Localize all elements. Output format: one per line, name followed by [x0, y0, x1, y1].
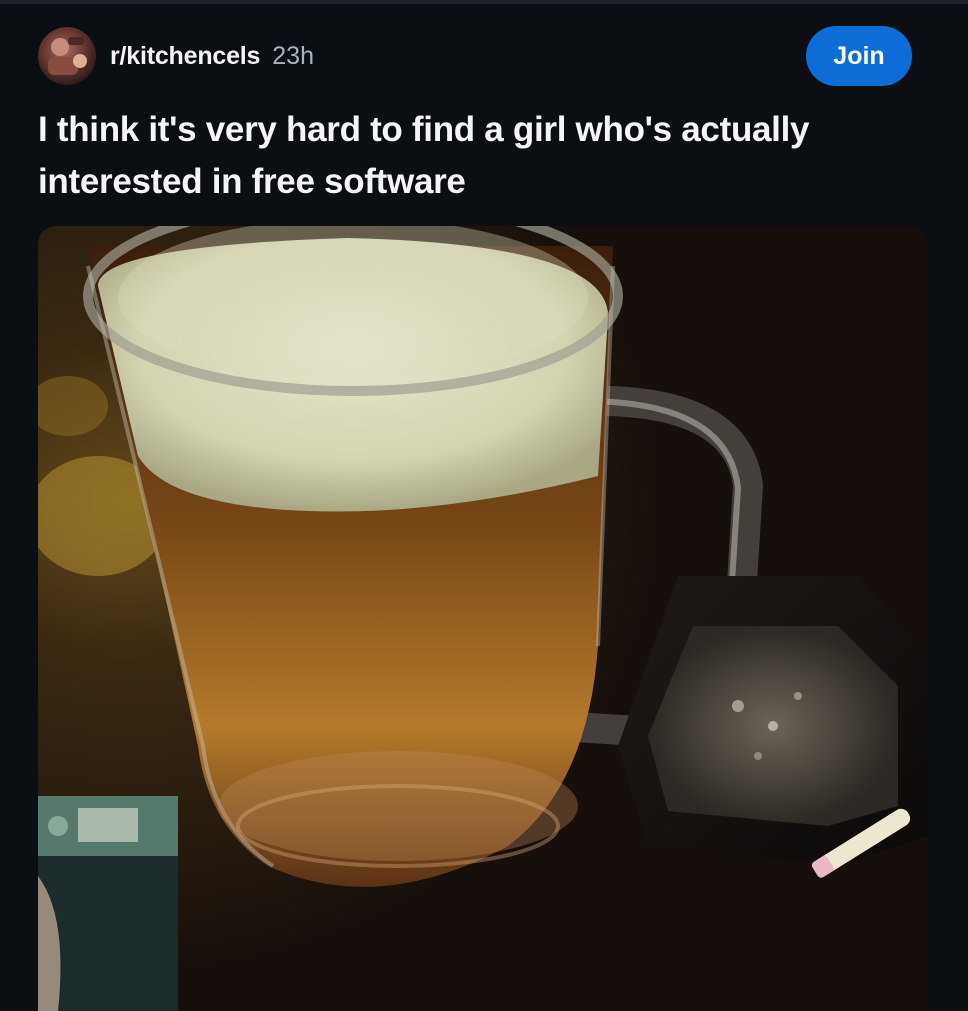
community-avatar[interactable] [38, 27, 96, 85]
post-header: r/kitchencels 23h Join [38, 26, 912, 86]
join-button[interactable]: Join [806, 26, 912, 86]
beer-mug-photo [38, 226, 928, 1011]
post-image[interactable] [38, 226, 928, 1011]
post-age: 23h [272, 41, 314, 70]
top-divider [0, 0, 968, 4]
community-name[interactable]: r/kitchencels [110, 42, 260, 71]
post-title[interactable]: I think it's very hard to find a girl wh… [38, 104, 928, 208]
